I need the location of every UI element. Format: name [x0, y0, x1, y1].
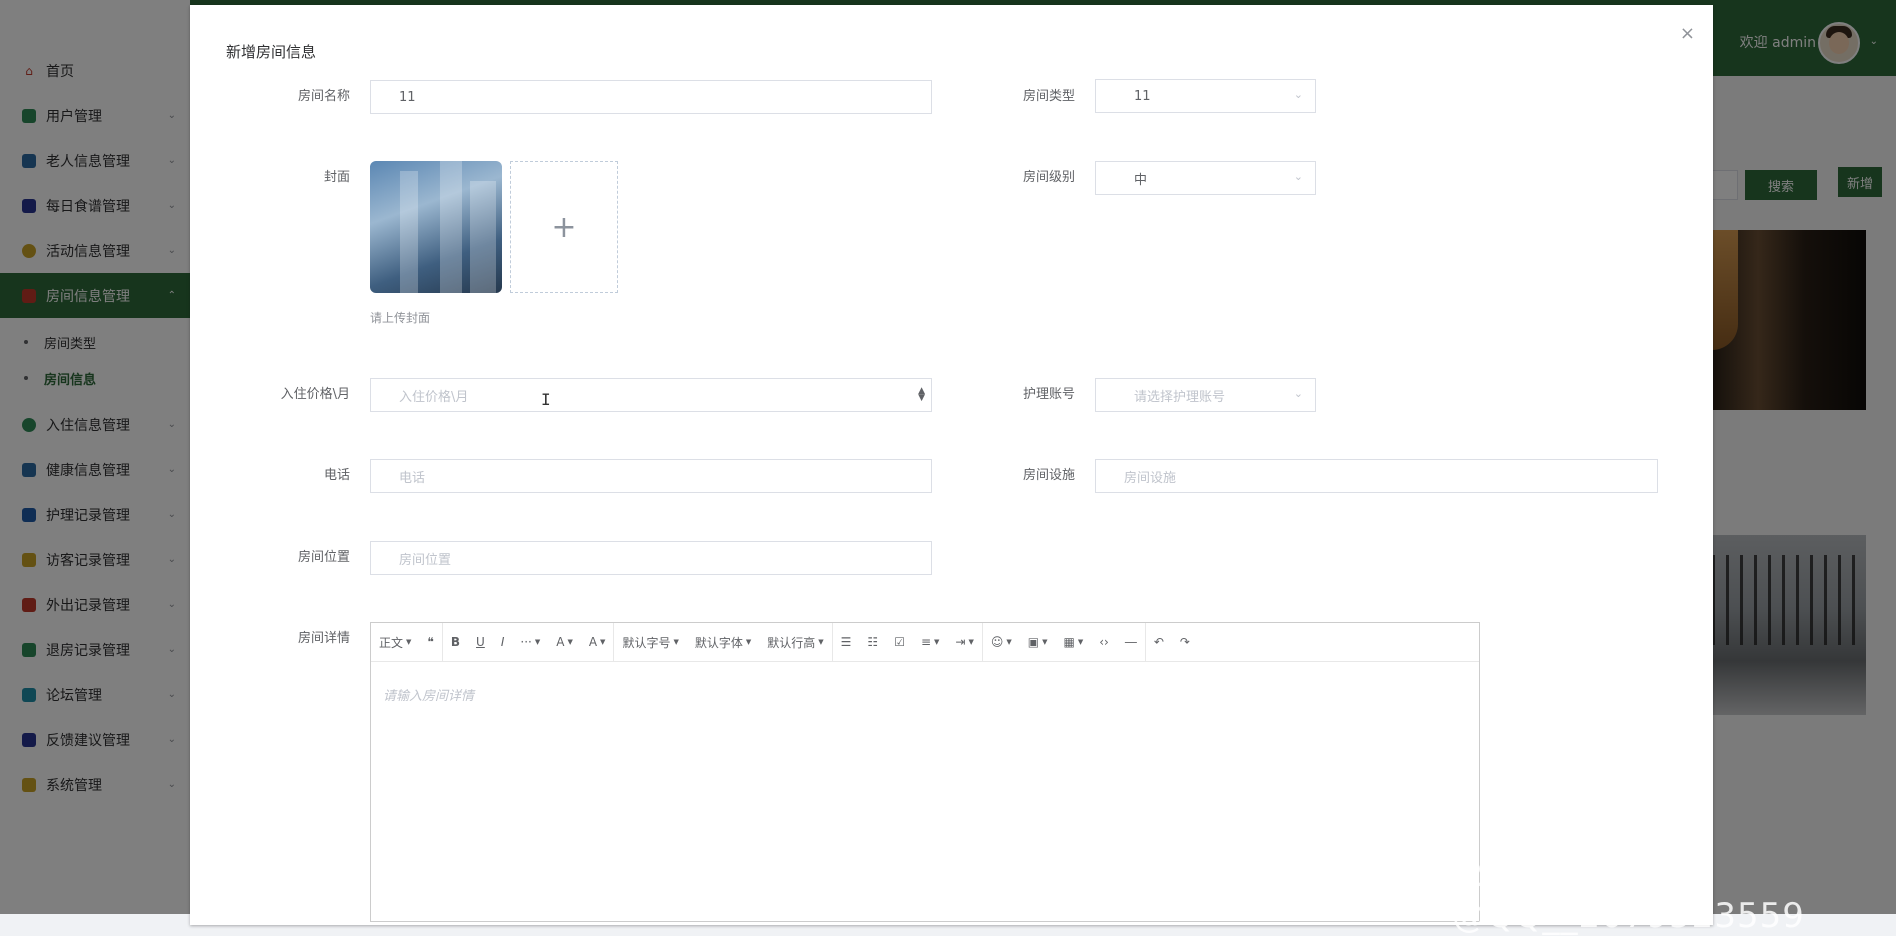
number-spinner-icon[interactable]: ▲ ▼ — [918, 387, 925, 403]
underline-icon[interactable]: U — [468, 623, 493, 661]
more-style-dropdown[interactable]: ··· ▼ — [512, 623, 548, 661]
phone-label: 电话 — [323, 468, 350, 483]
numbered-list-icon[interactable]: ☷ — [859, 623, 886, 661]
cover-upload-button[interactable]: + — [510, 161, 618, 293]
room-type-select[interactable]: 11 ⌄ — [1095, 79, 1316, 113]
font-family-dropdown[interactable]: 默认字体 ▼ — [687, 623, 759, 661]
text-cursor-icon: I — [541, 390, 551, 409]
chevron-down-icon: ⌄ — [1293, 88, 1303, 101]
facility-placeholder: 房间设施 — [1124, 470, 1177, 486]
font-color-icon: A — [556, 635, 565, 649]
room-type-label: 房间类型 — [1022, 89, 1075, 104]
close-icon[interactable]: × — [1680, 23, 1695, 44]
font-family-label: 默认字体 — [694, 635, 743, 650]
caret-icon: ▼ — [534, 638, 541, 646]
room-name-input[interactable]: 11 — [370, 80, 932, 114]
font-size-dropdown[interactable]: 默认字号 ▼ — [614, 623, 686, 661]
italic-icon[interactable]: I — [493, 623, 513, 661]
cover-image[interactable] — [370, 161, 502, 293]
nurse-select[interactable]: 请选择护理账号 ⌄ — [1095, 378, 1316, 412]
room-level-select[interactable]: 中 ⌄ — [1095, 161, 1316, 195]
caret-icon: ▼ — [600, 638, 606, 646]
todo-icon[interactable]: ☑ — [886, 623, 913, 661]
add-room-dialog: 新增房间信息 × 房间名称 11 房间类型 11 ⌄ 封面 + 请上传封面 房间… — [190, 5, 1713, 925]
facility-input[interactable]: 房间设施 — [1095, 459, 1658, 493]
paragraph-dropdown[interactable]: 正文 ▼ — [371, 623, 419, 661]
room-name-value: 11 — [399, 89, 416, 105]
room-name-label: 房间名称 — [297, 89, 350, 104]
font-size-label: 默认字号 — [622, 635, 671, 650]
facility-label: 房间设施 — [1022, 468, 1075, 483]
room-type-value: 11 — [1134, 88, 1151, 104]
rich-text-editor[interactable]: 正文 ▼ ❝ B U I ··· ▼ A ▼ A ▼ 默认字号 ▼ 默认字体 ▼ 默认行高 ▼… — [370, 622, 1480, 922]
emotion-dropdown[interactable]: ☺ ▼ — [983, 623, 1020, 661]
caret-icon: ▼ — [745, 638, 752, 646]
image-dropdown[interactable]: ▣ ▼ — [1020, 623, 1056, 661]
align-dropdown[interactable]: ≡ ▼ — [913, 623, 947, 661]
location-label: 房间位置 — [297, 550, 350, 565]
caret-icon: ▼ — [567, 638, 573, 646]
font-color-dropdown[interactable]: A ▼ — [548, 623, 581, 661]
price-placeholder: 入住价格\月 — [399, 389, 469, 405]
table-icon: ▦ — [1063, 635, 1075, 649]
cover-label: 封面 — [323, 170, 350, 185]
paragraph-label: 正文 — [379, 635, 404, 650]
phone-placeholder: 电话 — [399, 470, 426, 486]
chevron-down-icon: ⌄ — [1293, 387, 1303, 400]
caret-icon: ▼ — [1042, 638, 1048, 646]
chevron-down-icon: ⌄ — [1293, 170, 1303, 183]
location-placeholder: 房间位置 — [399, 552, 452, 568]
caret-icon: ▼ — [934, 638, 940, 646]
price-label: 入住价格\月 — [280, 387, 350, 402]
bg-color-dropdown[interactable]: A ▼ — [581, 623, 614, 661]
nurse-placeholder: 请选择护理账号 — [1134, 389, 1226, 405]
caret-icon: ▼ — [1006, 638, 1012, 646]
editor-placeholder: 请输入房间详情 — [383, 689, 475, 704]
detail-label: 房间详情 — [297, 631, 350, 646]
divider-icon[interactable]: ― — [1117, 623, 1145, 661]
room-level-value: 中 — [1134, 172, 1148, 188]
caret-icon: ▼ — [673, 638, 679, 646]
redo-icon[interactable]: ↷ — [1172, 623, 1198, 661]
caret-icon: ▼ — [1077, 638, 1084, 646]
line-height-dropdown[interactable]: 默认行高 ▼ — [759, 623, 831, 661]
bold-icon[interactable]: B — [443, 623, 468, 661]
editor-toolbar: 正文 ▼ ❝ B U I ··· ▼ A ▼ A ▼ 默认字号 ▼ 默认字体 ▼ 默认行高 ▼… — [371, 623, 1479, 662]
code-icon[interactable]: ‹› — [1091, 623, 1117, 661]
building-shape — [470, 181, 496, 293]
quote-icon[interactable]: ❝ — [419, 623, 441, 661]
caret-icon: ▼ — [968, 638, 974, 646]
location-input[interactable]: 房间位置 — [370, 541, 932, 575]
building-shape — [400, 171, 418, 293]
caret-icon: ▼ — [818, 638, 824, 646]
plus-icon: + — [551, 209, 577, 245]
dialog-title: 新增房间信息 — [226, 43, 317, 61]
table-dropdown[interactable]: ▦ ▼ — [1056, 623, 1092, 661]
indent-icon: ⇥ — [955, 635, 966, 649]
emotion-icon: ☺ — [990, 635, 1004, 649]
image-icon: ▣ — [1027, 635, 1040, 649]
bullet-list-icon[interactable]: ☰ — [833, 623, 860, 661]
price-input[interactable]: 入住价格\月 ▲ ▼ — [370, 378, 932, 412]
undo-icon[interactable]: ↶ — [1146, 623, 1172, 661]
building-shape — [440, 161, 462, 293]
indent-dropdown[interactable]: ⇥ ▼ — [947, 623, 981, 661]
align-icon: ≡ — [920, 635, 932, 649]
line-height-label: 默认行高 — [767, 635, 816, 650]
nurse-label: 护理账号 — [1022, 387, 1075, 402]
room-level-label: 房间级别 — [1022, 170, 1075, 185]
more-icon: ··· — [520, 635, 532, 649]
bg-color-icon: A — [588, 635, 598, 649]
watermark: CSDN @QQ__2079523559 — [1452, 856, 1805, 936]
cover-upload-hint: 请上传封面 — [370, 311, 431, 325]
phone-input[interactable]: 电话 — [370, 459, 932, 493]
caret-icon: ▼ — [406, 638, 412, 646]
